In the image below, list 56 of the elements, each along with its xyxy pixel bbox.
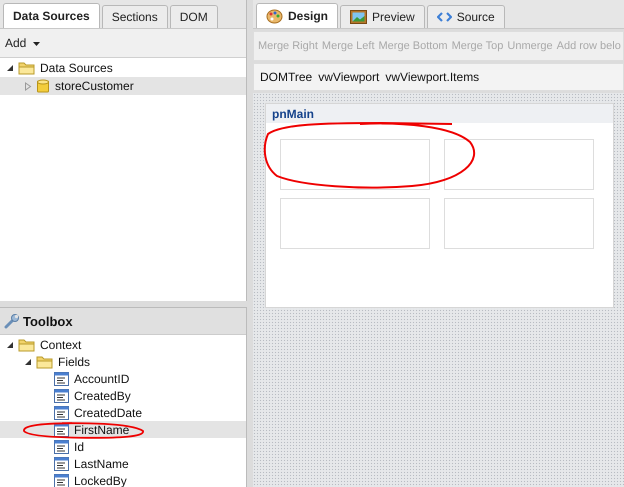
layout-panel[interactable]: pnMain xyxy=(265,103,614,308)
tree-item-label: Data Sources xyxy=(40,61,113,75)
add-dropdown[interactable]: Add xyxy=(0,36,45,50)
tree-item[interactable]: LastName xyxy=(0,455,246,472)
editor-tab[interactable]: Source xyxy=(426,5,505,28)
folder-icon xyxy=(18,338,35,352)
tree-item-label: storeCustomer xyxy=(55,79,134,93)
folder-icon xyxy=(36,354,53,368)
tree-item-label: Fields xyxy=(58,354,90,368)
tree-item[interactable]: CreatedBy xyxy=(0,387,246,404)
tree-item[interactable]: Data Sources xyxy=(0,59,246,77)
tree-item[interactable]: Context xyxy=(0,336,246,353)
tree-item[interactable]: Id xyxy=(0,438,246,455)
layout-cell[interactable] xyxy=(444,198,594,249)
tree-item[interactable]: FirstName xyxy=(0,421,246,438)
tree-item-label: FirstName xyxy=(74,422,130,436)
editor-tab[interactable]: Preview xyxy=(340,5,425,28)
wrench-icon xyxy=(4,313,20,329)
breadcrumb-link[interactable]: vwViewport.Items xyxy=(385,70,480,84)
panel-title: Toolbox xyxy=(23,314,73,328)
layout-cell[interactable] xyxy=(444,139,594,190)
tree-item[interactable]: CreatedDate xyxy=(0,404,246,421)
field-icon xyxy=(54,440,69,454)
picture-icon xyxy=(350,10,368,24)
expanded-triangle-icon[interactable] xyxy=(24,358,32,366)
code-brackets-icon xyxy=(436,12,452,22)
tree-item[interactable]: AccountID xyxy=(0,370,246,387)
editor-tab[interactable]: Design xyxy=(256,3,338,28)
tree-item-label: LockedBy xyxy=(74,474,127,487)
expanded-triangle-icon[interactable] xyxy=(6,64,14,72)
tree-item-label: Id xyxy=(74,440,84,454)
panel-tab[interactable]: Data Sources xyxy=(3,3,100,28)
tree-item[interactable]: LockedBy xyxy=(0,472,246,487)
expanded-triangle-icon[interactable] xyxy=(6,340,14,348)
panel-tab[interactable]: Sections xyxy=(102,5,168,28)
tree-item-label: Context xyxy=(40,338,82,352)
layout-cell[interactable] xyxy=(280,198,430,249)
panel-title: pnMain xyxy=(266,104,613,123)
database-icon xyxy=(36,78,50,94)
caret-icon xyxy=(32,42,40,46)
folder-icon xyxy=(18,61,35,75)
breadcrumb-link[interactable]: vwViewport xyxy=(318,70,380,84)
breadcrumb-link[interactable]: DOMTree xyxy=(260,70,312,84)
tree-item-label: CreatedDate xyxy=(74,406,142,420)
tree-item[interactable]: Fields xyxy=(0,353,246,370)
field-icon xyxy=(54,388,69,402)
field-icon xyxy=(54,456,69,470)
palette-icon xyxy=(266,8,283,24)
tree-item-label: LastName xyxy=(74,456,129,470)
tree-item-label: AccountID xyxy=(74,372,130,386)
panel-tab[interactable]: DOM xyxy=(170,5,218,28)
field-icon xyxy=(54,406,69,420)
layout-cell[interactable] xyxy=(280,139,430,190)
field-icon xyxy=(54,372,69,386)
tree-item-label: CreatedBy xyxy=(74,388,131,402)
tree-item[interactable]: storeCustomer xyxy=(0,77,246,95)
